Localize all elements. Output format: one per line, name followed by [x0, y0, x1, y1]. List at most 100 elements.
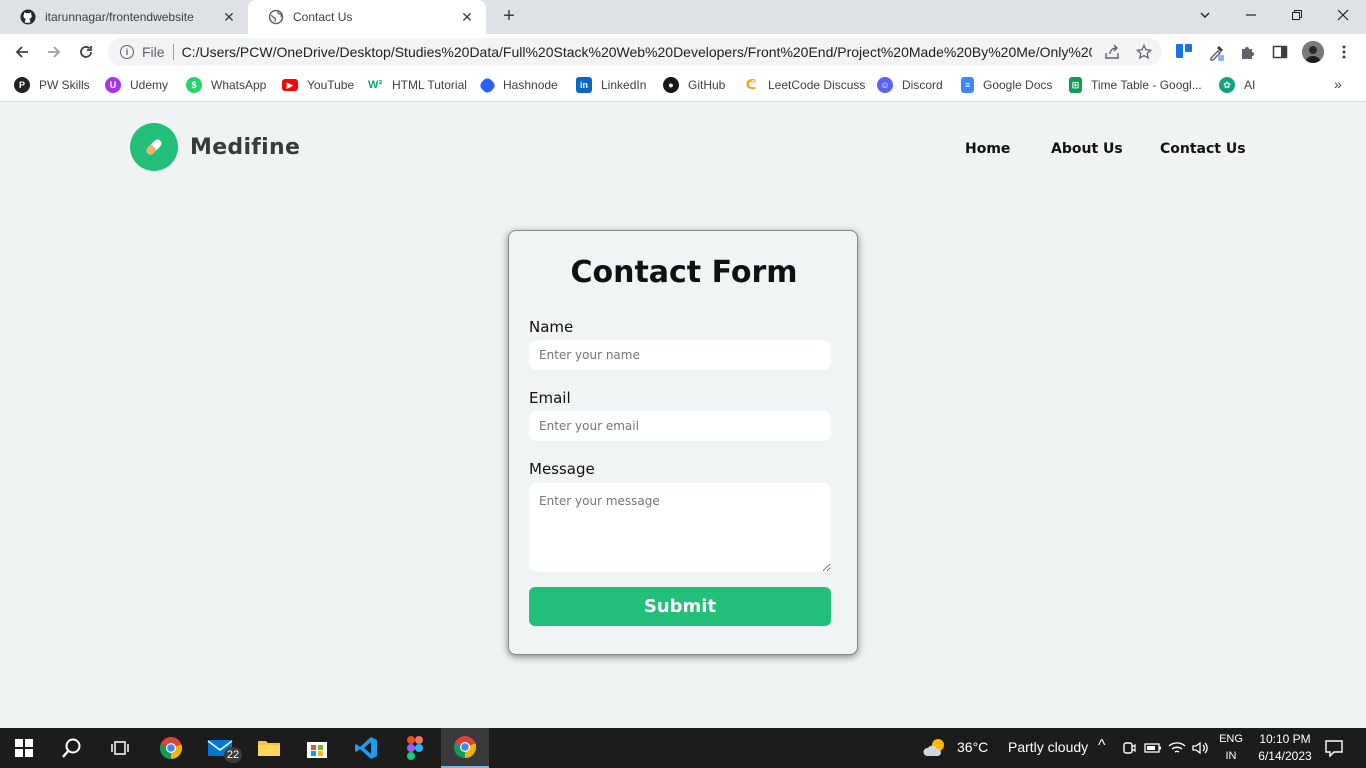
bookmark-label: WhatsApp — [211, 78, 267, 92]
youtube-icon: ▶ — [282, 79, 298, 91]
clock-time[interactable]: 10:10 PM — [1252, 731, 1318, 747]
notifications-button[interactable] — [1320, 728, 1348, 768]
submit-button[interactable]: Submit — [529, 587, 831, 626]
w3schools-icon: W³ — [367, 79, 383, 91]
github-icon — [20, 9, 36, 25]
taskbar-chrome[interactable] — [147, 728, 195, 768]
site-logo[interactable]: Medifine — [130, 123, 300, 171]
taskbar-chrome-active[interactable] — [441, 728, 489, 768]
bookmark-pw-skills[interactable]: P PW Skills — [14, 76, 90, 94]
arrow-left-icon — [15, 46, 28, 58]
address-url[interactable]: C:/Users/PCW/OneDrive/Desktop/Studies%20… — [182, 44, 1092, 60]
battery-button[interactable] — [1142, 728, 1164, 768]
figma-icon — [407, 736, 423, 760]
bookmark-html-tutorial[interactable]: W³ HTML Tutorial — [367, 76, 467, 94]
bookmark-youtube[interactable]: ▶ YouTube — [282, 76, 354, 94]
close-icon[interactable]: ✕ — [220, 8, 238, 26]
bookmark-linkedin[interactable]: in LinkedIn — [576, 76, 646, 94]
restore-button[interactable] — [1274, 0, 1320, 30]
meet-now-icon — [1123, 742, 1136, 754]
taskbar-store[interactable] — [293, 728, 341, 768]
back-button[interactable] — [8, 38, 36, 66]
vscode-icon — [355, 737, 377, 759]
address-bar[interactable]: i File C:/Users/PCW/OneDrive/Desktop/Stu… — [108, 38, 1162, 66]
bookmark-google-docs[interactable]: ≡ Google Docs — [961, 76, 1052, 94]
trello-extension-button[interactable] — [1174, 42, 1194, 62]
reload-button[interactable] — [72, 38, 100, 66]
bookmark-udemy[interactable]: U Udemy — [105, 76, 168, 94]
tab-github[interactable]: itarunnagar/frontendwebsite ✕ — [0, 0, 248, 34]
bookmark-label: PW Skills — [39, 78, 90, 92]
bookmarks-overflow-icon[interactable]: » — [1334, 76, 1342, 92]
weather-temp[interactable]: 36°C — [957, 739, 988, 755]
bookmark-time-table[interactable]: ⊞ Time Table - Googl... — [1069, 76, 1202, 94]
input-region[interactable]: IN — [1216, 748, 1246, 764]
mail-badge: 22 — [224, 747, 242, 763]
bookmark-github[interactable]: ● GitHub — [663, 76, 725, 94]
taskbar-figma[interactable] — [391, 728, 439, 768]
bookmark-hashnode[interactable]: Hashnode — [478, 75, 558, 95]
bookmark-discord[interactable]: ☺ Discord — [877, 76, 943, 94]
contact-form-card: Contact Form Name Email Message Submit — [508, 230, 858, 655]
notification-icon — [1325, 740, 1343, 757]
email-input[interactable] — [529, 411, 831, 441]
bookmark-leetcode-discuss[interactable]: ᕦ LeetCode Discuss — [743, 76, 866, 94]
nav-home[interactable]: Home — [965, 141, 1010, 157]
weather-widget[interactable] — [920, 728, 952, 768]
bookmark-ai[interactable]: ✿ AI — [1219, 76, 1255, 94]
eyedropper-extension-button[interactable] — [1207, 42, 1227, 62]
task-view-button[interactable] — [96, 728, 144, 768]
folder-icon — [258, 741, 280, 756]
tab-title: itarunnagar/frontendwebsite — [45, 10, 194, 24]
wifi-icon — [1168, 742, 1186, 753]
close-icon — [1337, 9, 1349, 21]
bookmark-label: Google Docs — [983, 78, 1053, 92]
windows-icon — [15, 739, 33, 757]
trello-icon — [1176, 44, 1192, 58]
taskbar-vscode[interactable] — [342, 728, 390, 768]
bookmark-star-button[interactable] — [1134, 42, 1154, 62]
chrome-menu-button[interactable] — [1334, 42, 1354, 62]
share-button[interactable] — [1102, 42, 1122, 62]
pill-icon — [130, 123, 178, 171]
tab-search-button[interactable] — [1182, 0, 1228, 30]
side-panel-button[interactable] — [1270, 42, 1290, 62]
nav-contact-us[interactable]: Contact Us — [1160, 141, 1246, 157]
bookmark-whatsapp[interactable]: $ WhatsApp — [186, 76, 266, 94]
volume-button[interactable] — [1190, 728, 1212, 768]
taskbar-file-explorer[interactable] — [245, 728, 293, 768]
close-icon[interactable]: ✕ — [458, 8, 476, 26]
bookmark-label: Udemy — [130, 78, 169, 92]
chevron-up-icon[interactable]: ^ — [1098, 737, 1106, 755]
input-language[interactable]: ENG — [1216, 731, 1246, 747]
network-button[interactable] — [1166, 728, 1188, 768]
tab-contact-us[interactable]: Contact Us ✕ — [248, 0, 486, 34]
name-input[interactable] — [529, 340, 831, 370]
bookmark-label: YouTube — [307, 78, 355, 92]
message-textarea[interactable] — [529, 483, 831, 572]
globe-icon — [268, 9, 284, 25]
eyedropper-icon — [1210, 45, 1224, 61]
restore-icon — [1292, 10, 1302, 20]
extensions-button[interactable] — [1238, 42, 1258, 62]
bookmark-label: LinkedIn — [601, 78, 647, 92]
bookmark-label: LeetCode Discuss — [768, 78, 866, 92]
weather-text[interactable]: Partly cloudy — [1008, 739, 1088, 755]
bookmark-label: Time Table - Googl... — [1091, 78, 1202, 92]
clock-date[interactable]: 6/14/2023 — [1252, 748, 1318, 764]
forward-button[interactable] — [40, 38, 68, 66]
close-window-button[interactable] — [1320, 0, 1366, 30]
avatar-icon — [1302, 41, 1324, 63]
start-button[interactable] — [0, 728, 48, 768]
taskbar-mail[interactable]: 22 — [196, 728, 244, 768]
udemy-icon: U — [105, 77, 121, 93]
new-tab-button[interactable]: + — [498, 6, 520, 28]
search-button[interactable] — [48, 728, 96, 768]
info-icon[interactable]: i — [120, 45, 134, 59]
store-icon — [307, 742, 327, 758]
nav-about-us[interactable]: About Us — [1051, 141, 1123, 157]
meet-now-button[interactable] — [1118, 728, 1140, 768]
github-icon: ● — [663, 77, 679, 93]
profile-avatar[interactable] — [1302, 41, 1324, 63]
minimize-button[interactable] — [1228, 0, 1274, 30]
